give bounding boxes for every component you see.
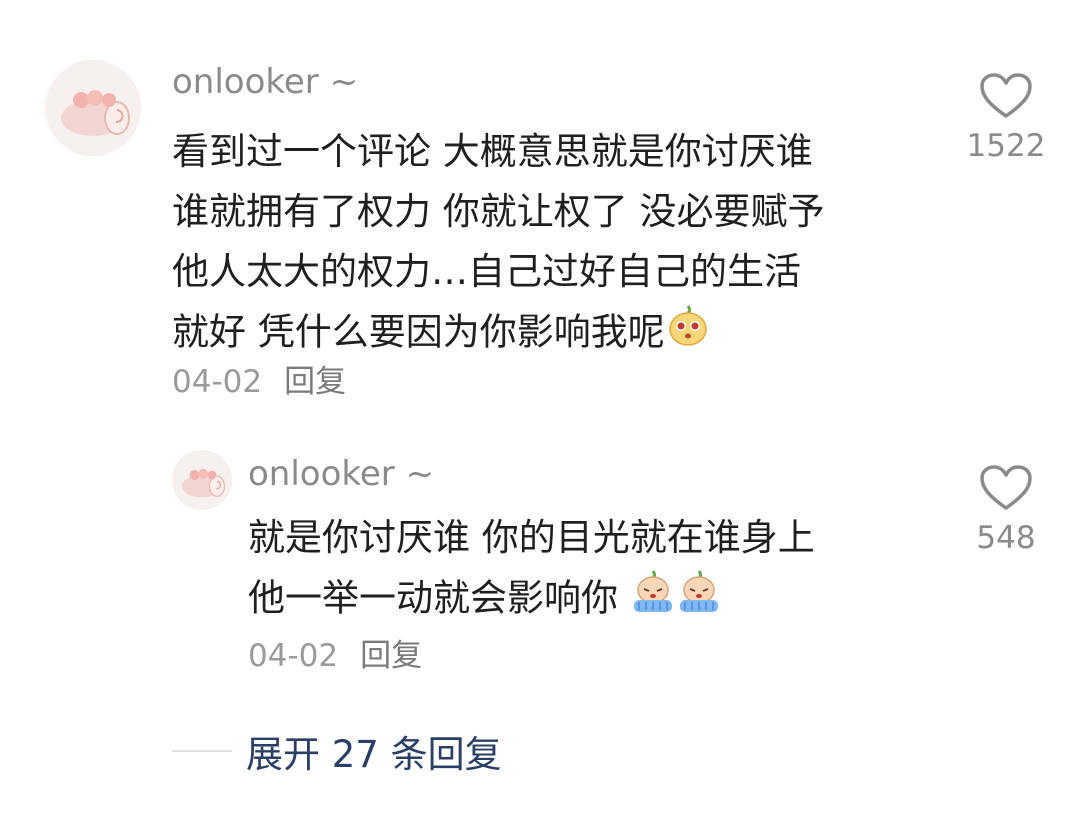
expand-replies-label[interactable]: 展开 27 条回复 [246, 733, 502, 776]
comment-meta: 04-02 回复 [172, 362, 346, 402]
comment-text: 看到过一个评论 大概意思就是你讨厌谁 谁就拥有了权力 你就让权了 没必要赋予 他… [172, 122, 825, 366]
comment-meta: 04-02 回复 [248, 636, 422, 676]
avatar[interactable] [45, 60, 141, 156]
like-count: 1522 [966, 128, 1046, 164]
like-count: 548 [976, 520, 1036, 556]
crying-emoji [676, 568, 722, 632]
comment-line: 就是你讨厌谁 你的目光就在谁身上 [248, 516, 815, 559]
comment-line: 谁就拥有了权力 你就让权了 没必要赋予 [172, 190, 825, 233]
comment-line-text: 就好 凭什么要因为你影响我呢 [172, 310, 665, 354]
comment-text: 就是你讨厌谁 你的目光就在谁身上 他一举一动就会影响你 [248, 508, 815, 632]
comment-line: 看到过一个评论 大概意思就是你讨厌谁 [172, 130, 813, 173]
comment-username[interactable]: onlooker ~ [248, 454, 434, 494]
avatar[interactable] [172, 450, 232, 510]
comment-date: 04-02 [248, 638, 339, 674]
cake-roll-avatar-image [172, 450, 232, 510]
comment-line: 他一举一动就会影响你 [248, 568, 815, 632]
cake-roll-avatar-image [45, 60, 141, 156]
divider [172, 750, 232, 752]
reply-button[interactable]: 回复 [360, 638, 422, 674]
comment-username[interactable]: onlooker ~ [172, 62, 358, 102]
like-button[interactable]: 1522 [966, 72, 1046, 164]
reply-button[interactable]: 回复 [284, 364, 346, 400]
like-button[interactable]: 548 [966, 464, 1046, 556]
comment-line: 就好 凭什么要因为你影响我呢 [172, 302, 825, 366]
comment-date: 04-02 [172, 364, 263, 400]
heart-icon [980, 73, 1032, 118]
crying-emoji [630, 568, 676, 632]
comment-line: 他人太大的权力…自己过好自己的生活 [172, 250, 801, 293]
pear-face-emoji [665, 302, 711, 366]
comment-line-text: 他一举一动就会影响你 [248, 576, 618, 620]
heart-icon [980, 465, 1032, 510]
expand-replies[interactable]: 展开 27 条回复 [172, 724, 502, 778]
